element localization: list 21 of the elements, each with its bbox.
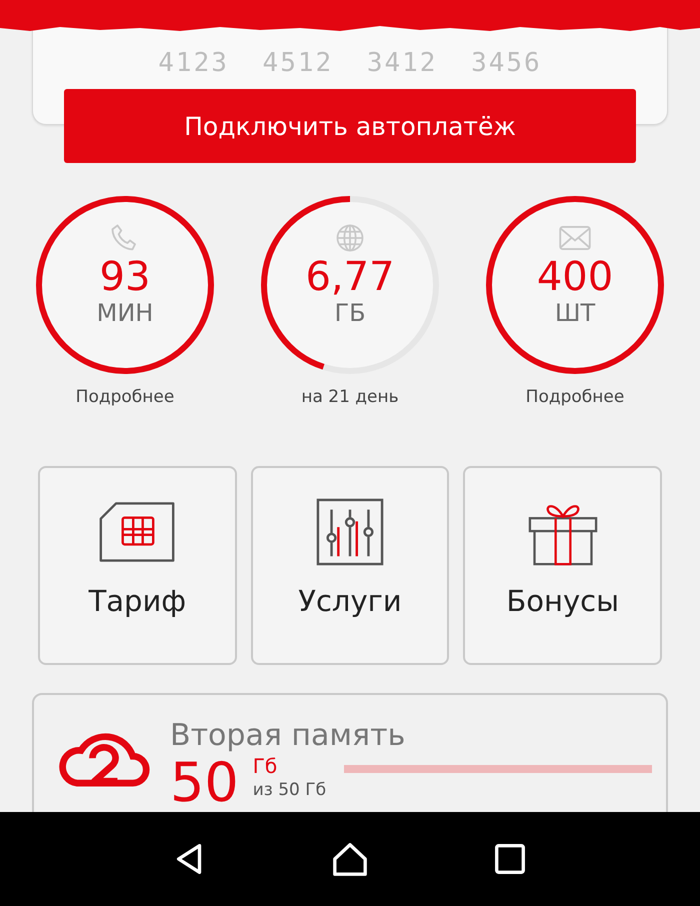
counter-unit: ШТ: [554, 299, 596, 327]
counter-value: 93: [100, 255, 150, 299]
storage-total: из 50 Гб: [252, 779, 326, 801]
counter-caption[interactable]: Подробнее: [76, 387, 174, 407]
autopay-button[interactable]: Подключить автоплатёж: [64, 89, 636, 163]
envelope-icon: [559, 223, 591, 253]
menu-tile[interactable]: Тариф: [38, 466, 237, 665]
counter-caption[interactable]: на 21 день: [301, 387, 399, 407]
storage-title: Вторая память: [170, 719, 406, 753]
storage-unit: Гб: [252, 753, 278, 779]
counter-caption[interactable]: Подробнее: [526, 387, 624, 407]
storage-amount: 50: [170, 753, 239, 812]
counter-unit: ГБ: [334, 299, 366, 327]
globe-icon: [334, 223, 366, 253]
counter-unit: МИН: [96, 299, 154, 327]
card-number: 4123 4512 3412 3456: [157, 48, 543, 78]
menu-tile[interactable]: Бонусы: [463, 466, 662, 665]
counter-value: 6,77: [305, 255, 395, 299]
home-icon[interactable]: [331, 840, 369, 878]
counter-value: 400: [536, 255, 614, 299]
menu-tile[interactable]: Услуги: [250, 466, 450, 665]
